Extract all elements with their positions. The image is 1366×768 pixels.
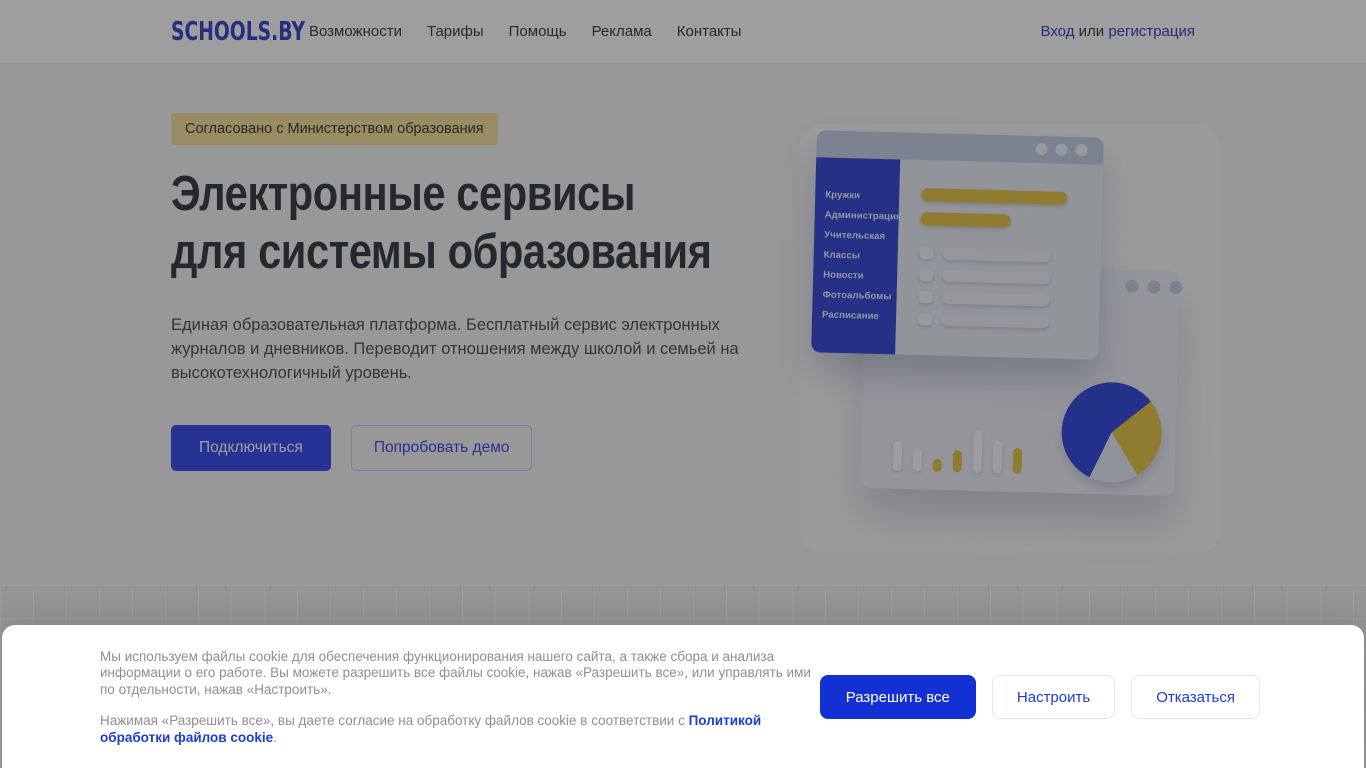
cookie-consent-banner: Мы используем файлы cookie для обеспечен…: [2, 625, 1364, 768]
cookie-paragraph-1: Мы используем файлы cookie для обеспечен…: [100, 649, 811, 697]
cookie-text: Мы используем файлы cookie для обеспечен…: [100, 649, 818, 746]
allow-all-cookies-button[interactable]: Разрешить все: [819, 675, 976, 719]
cookie-paragraph-2-suffix: .: [273, 729, 277, 745]
decline-cookies-button[interactable]: Отказаться: [1131, 675, 1260, 719]
cookie-paragraph-2-text: Нажимая «Разрешить все», вы даете соглас…: [100, 713, 689, 729]
cookie-actions: Разрешить все Настроить Отказаться: [819, 675, 1260, 719]
configure-cookies-button[interactable]: Настроить: [991, 675, 1116, 719]
cookie-paragraph-2: Нажимая «Разрешить все», вы даете соглас…: [100, 713, 818, 746]
